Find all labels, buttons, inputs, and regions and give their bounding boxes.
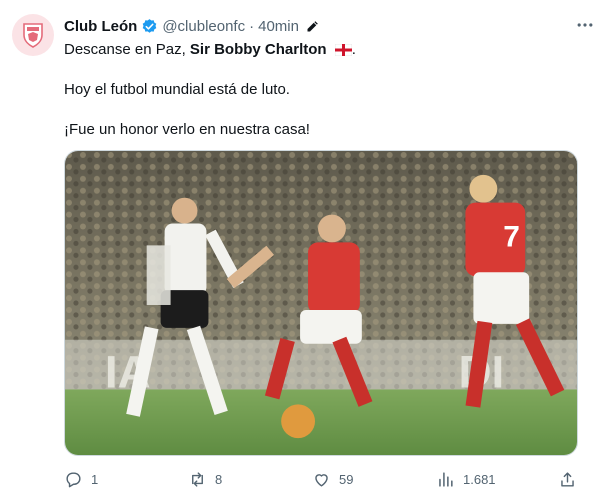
post-line-1-prefix: Descanse en Paz, xyxy=(64,41,190,58)
reply-icon xyxy=(66,471,81,487)
post-line-3: ¡Fue un honor verlo en nuestra casa! xyxy=(64,121,310,138)
verified-badge-icon xyxy=(141,18,158,35)
views-button[interactable]: 1.681 xyxy=(436,468,496,490)
heart-icon xyxy=(315,473,328,487)
edited-pencil-icon[interactable] xyxy=(305,19,320,34)
author-handle[interactable]: @clubleonfc xyxy=(162,18,245,35)
more-options-button[interactable] xyxy=(572,14,598,36)
more-dots-icon xyxy=(577,23,593,27)
club-crest-icon xyxy=(23,23,43,48)
action-bar: 1 8 59 1.681 xyxy=(64,468,584,490)
england-flag-icon xyxy=(334,44,352,56)
repost-icon xyxy=(192,471,203,487)
like-button[interactable]: 59 xyxy=(312,468,353,490)
post-line-2: Hoy el futbol mundial está de luto. xyxy=(64,81,290,98)
separator-dot: · xyxy=(249,17,255,35)
views-count: 1.681 xyxy=(463,471,496,487)
tweet-header: Club León @clubleonfc · 40min xyxy=(64,15,320,37)
post-photo[interactable]: IA DI xyxy=(64,150,578,456)
author-name[interactable]: Club León xyxy=(64,18,137,35)
tweet: Club León @clubleonfc · 40min Descanse e… xyxy=(0,0,612,495)
football-match-photo: IA DI xyxy=(65,151,577,455)
avatar[interactable] xyxy=(12,14,54,56)
post-line-1-bold: Sir Bobby Charlton xyxy=(189,41,327,58)
post-time[interactable]: 40min xyxy=(258,18,299,35)
reply-count: 1 xyxy=(91,471,99,487)
post-line-1-suffix: . xyxy=(351,41,356,58)
share-icon xyxy=(561,471,574,487)
reply-button[interactable]: 1 xyxy=(64,468,98,490)
share-button[interactable] xyxy=(558,468,585,490)
like-count: 59 xyxy=(339,471,354,487)
views-bars-icon xyxy=(439,471,453,487)
repost-count: 8 xyxy=(215,471,223,487)
repost-button[interactable]: 8 xyxy=(188,468,222,490)
post-line-1: Descanse en Paz, Sir Bobby Charlton . xyxy=(64,40,356,60)
shirt-number: 7 xyxy=(503,220,520,253)
